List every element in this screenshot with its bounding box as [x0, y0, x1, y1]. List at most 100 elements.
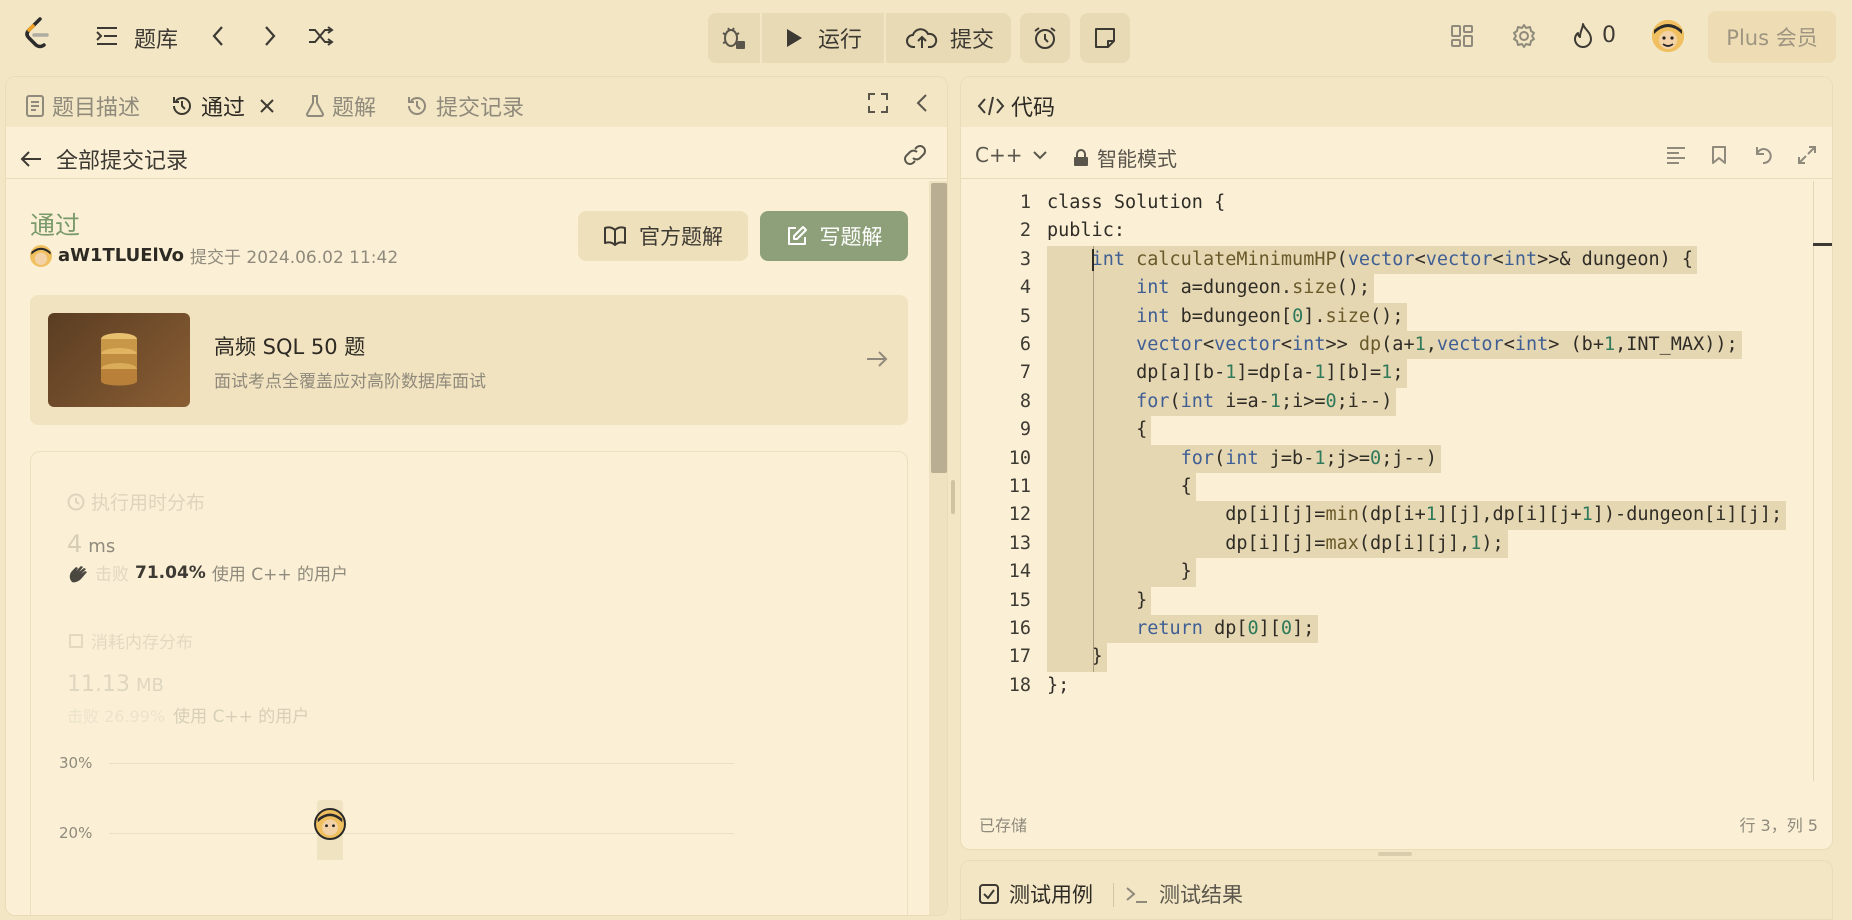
tab-test-result[interactable]: 测试结果 [1125, 879, 1243, 909]
submit-label: 提交 [950, 28, 995, 53]
memory-header[interactable]: 消耗内存分布 [67, 628, 193, 653]
top-navigation-bar: 题库 运行 提交 0 Plus 会员 [0, 0, 1852, 72]
promo-arrow-right-icon[interactable] [864, 347, 890, 371]
problem-list-icon[interactable] [94, 24, 120, 48]
code-line[interactable]: dp[i][j]=min(dp[i+1][j],dp[i][j+1])-dung… [1047, 501, 1787, 530]
code-line[interactable]: } [1047, 586, 1152, 615]
code-line[interactable]: vector<vector<int>> dp(a+1,vector<int> (… [1047, 331, 1742, 360]
runtime-unit: ms [88, 536, 116, 557]
close-tab-icon[interactable] [259, 98, 275, 114]
code-line[interactable]: int calculateMinimumHP(vector<vector<int… [1047, 245, 1698, 275]
line-number: 7 [1019, 362, 1031, 384]
line-number-gutter: 1 2 3 4 5 6 7 8 9 10 11 12 13 14 15 16 17 18 [961, 181, 1031, 781]
code-line[interactable]: for(int j=b-1;j>=0;j--) [1047, 444, 1441, 473]
submitter-avatar[interactable] [30, 244, 52, 267]
text-cursor [1092, 248, 1094, 272]
code-line[interactable]: { [1047, 473, 1196, 502]
code-line[interactable]: return dp[0][0]; [1047, 615, 1319, 644]
expand-editor-icon[interactable] [1795, 143, 1819, 167]
collapse-panel-icon[interactable] [910, 91, 934, 115]
format-code-icon[interactable] [1664, 143, 1688, 167]
line-number: 14 [1008, 561, 1031, 583]
tab-submissions-label: 提交记录 [436, 96, 525, 121]
line-number: 2 [1019, 220, 1031, 242]
left-panel: 题目描述 通过 题解 提交记录 全部提交记录 通过 aW1TLUElVo 提交于… [5, 76, 948, 916]
line-number: 4 [1019, 277, 1031, 299]
code-body[interactable]: class Solution {public: int calculateMin… [1047, 181, 1807, 781]
code-line[interactable]: int b=dungeon[0].size(); [1047, 302, 1408, 331]
submit-button[interactable]: 提交 [884, 13, 1011, 63]
line-number: 13 [1008, 532, 1031, 554]
chart-tick-20: 20% [59, 824, 93, 842]
official-solution-button[interactable]: 官方题解 [578, 211, 748, 261]
smart-mode-toggle[interactable]: 智能模式 [1073, 143, 1177, 172]
code-line[interactable]: } [1047, 643, 1107, 672]
code-line[interactable]: int a=dungeon.size(); [1047, 274, 1375, 303]
horizontal-splitter-handle[interactable] [1378, 852, 1412, 856]
minimap-scrollbar[interactable] [1813, 181, 1814, 781]
code-editor[interactable]: 1 2 3 4 5 6 7 8 9 10 11 12 13 14 15 16 17 18 class Soluti… [961, 181, 1832, 781]
note-icon [1095, 28, 1115, 48]
write-solution-button[interactable]: 写题解 [760, 211, 908, 261]
checkbox-check-icon [979, 884, 999, 904]
promo-card[interactable]: 高频 SQL 50 题 面试考点全覆盖应对高阶数据库面试 [30, 295, 908, 425]
timer-button[interactable] [1020, 13, 1070, 63]
tab-submissions[interactable]: 提交记录 [406, 90, 524, 122]
book-open-icon [604, 226, 626, 246]
code-line[interactable]: dp[a][b-1]=dp[a-1][b]=1; [1047, 359, 1408, 388]
cloud-upload-icon [906, 28, 938, 48]
user-avatar[interactable] [1652, 20, 1684, 52]
random-problem-icon[interactable] [306, 22, 336, 50]
reset-code-icon[interactable] [1751, 143, 1775, 167]
vertical-splitter-handle[interactable] [951, 480, 955, 514]
cursor-position: 行 3，列 5 [1739, 816, 1818, 835]
back-to-all-submissions[interactable]: 全部提交记录 [20, 143, 188, 175]
leetcode-logo[interactable] [20, 14, 54, 54]
submitter-username[interactable]: aW1TLUElVo [58, 245, 184, 266]
notes-button[interactable] [1080, 13, 1130, 63]
test-panel: 测试用例 测试结果 [960, 860, 1833, 920]
line-number: 5 [1019, 305, 1031, 327]
tab-solutions[interactable]: 题解 [306, 90, 376, 122]
official-solution-label: 官方题解 [639, 225, 723, 249]
share-link-icon[interactable] [901, 143, 929, 167]
language-label: C++ [975, 143, 1023, 167]
tab-accepted[interactable]: 通过 [171, 90, 275, 122]
memory-beats-suffix: 使用 C++ 的用户 [173, 707, 310, 727]
code-line[interactable]: { [1047, 416, 1152, 445]
memory-unit: MB [135, 675, 164, 696]
debug-icon[interactable] [718, 22, 748, 52]
chart-gridline [109, 763, 734, 764]
alarm-clock-icon [1034, 27, 1056, 49]
plus-membership-button[interactable]: Plus 会员 [1708, 11, 1836, 63]
tab-testcase[interactable]: 测试用例 [979, 879, 1093, 909]
prev-problem-icon[interactable] [206, 22, 230, 50]
settings-gear-icon[interactable] [1510, 22, 1538, 50]
code-line[interactable]: class Solution { [1047, 189, 1229, 217]
chart-user-avatar[interactable] [314, 808, 346, 840]
promo-title: 高频 SQL 50 题 [214, 335, 366, 359]
fullscreen-icon[interactable] [866, 91, 890, 115]
left-scrollbar-thumb[interactable] [931, 183, 947, 473]
promo-subtitle: 面试考点全覆盖应对高阶数据库面试 [214, 372, 486, 392]
code-line[interactable]: }; [1047, 672, 1073, 700]
code-line[interactable]: public: [1047, 217, 1129, 245]
runtime-header[interactable]: 执行用时分布 [67, 488, 205, 515]
run-button[interactable]: 运行 [760, 13, 884, 63]
code-line[interactable]: } [1047, 558, 1196, 587]
play-icon [787, 29, 802, 47]
terminal-icon [1126, 887, 1147, 903]
language-selector[interactable]: C++ [975, 143, 1048, 167]
layout-grid-icon[interactable] [1448, 22, 1476, 50]
code-line[interactable]: for(int i=a-1;i>=0;i--) [1047, 387, 1397, 417]
history-icon [173, 96, 191, 115]
clock-icon [67, 493, 85, 510]
runtime-beats-row: 击败 71.04% 使用 C++ 的用户 [67, 560, 348, 585]
problem-bank-link[interactable]: 题库 [134, 22, 178, 54]
submitted-time: 提交于 2024.06.02 11:42 [190, 248, 399, 268]
next-problem-icon[interactable] [258, 22, 282, 50]
code-line[interactable]: dp[i][j]=max(dp[i][j],1); [1047, 529, 1508, 559]
tab-description[interactable]: 题目描述 [26, 90, 140, 122]
bookmark-icon[interactable] [1707, 143, 1731, 167]
streak-counter[interactable]: 0 [1572, 22, 1616, 48]
